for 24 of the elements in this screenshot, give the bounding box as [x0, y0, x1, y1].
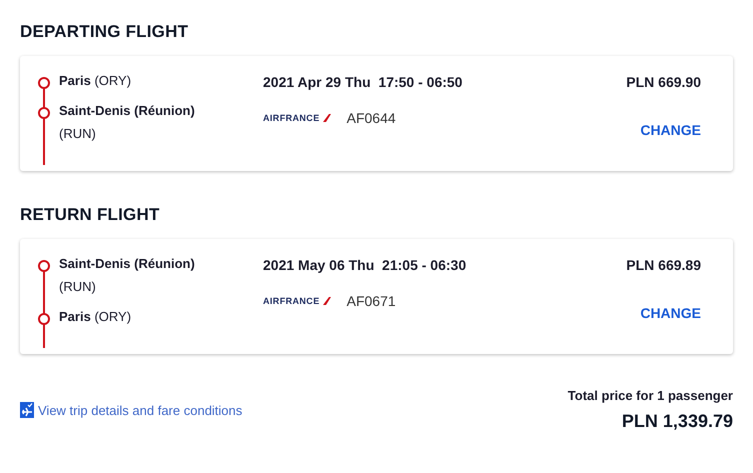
- flight-price: PLN 669.89: [626, 257, 701, 273]
- flight-number: AF0644: [346, 110, 396, 126]
- trip-details-link[interactable]: View trip details and fare conditions: [20, 402, 242, 418]
- stop-name: Paris (ORY): [59, 308, 132, 326]
- stop-name: Saint-Denis (Réunion) (RUN): [59, 102, 196, 143]
- flight-date-time: 2021 Apr 29 Thu 17:50 - 06:50: [263, 74, 464, 90]
- flight-number: AF0671: [346, 293, 396, 309]
- flight-date-time: 2021 May 06 Thu 21:05 - 06:30: [263, 257, 468, 273]
- plane-check-icon: [20, 402, 34, 418]
- total-price-label: Total price for 1 passenger: [568, 388, 733, 403]
- stop-name: Paris (ORY): [59, 72, 132, 90]
- stop-icon: [38, 313, 50, 325]
- stop-icon: [38, 107, 50, 119]
- change-button[interactable]: CHANGE: [640, 122, 701, 138]
- section-heading: RETURN FLIGHT: [20, 205, 161, 225]
- stop-icon: [38, 77, 50, 89]
- section-heading: DEPARTING FLIGHT: [20, 22, 190, 42]
- total-price: PLN 1,339.79: [622, 411, 733, 432]
- flight-price: PLN 669.90: [626, 74, 701, 90]
- airline-logo: AIRFRANCE: [263, 113, 331, 123]
- stop-name: Saint-Denis (Réunion) (RUN): [59, 255, 196, 296]
- change-button[interactable]: CHANGE: [640, 305, 701, 321]
- stop-icon: [38, 260, 50, 272]
- airline-logo: AIRFRANCE: [263, 296, 331, 306]
